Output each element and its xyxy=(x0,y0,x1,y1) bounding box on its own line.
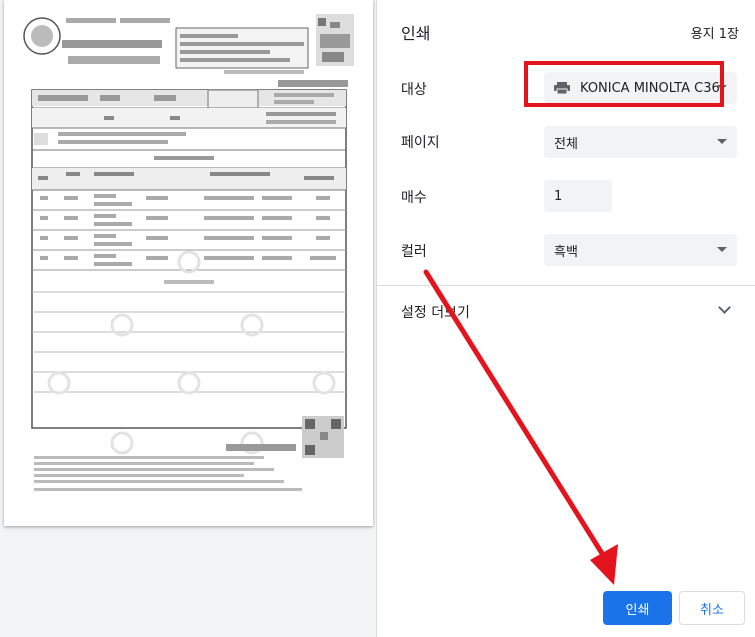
expand-chevron-icon[interactable] xyxy=(718,301,731,314)
print-preview-pane xyxy=(0,0,377,637)
color-select[interactable]: 흑백 xyxy=(544,234,737,266)
color-label: 컬러 xyxy=(401,244,427,260)
preview-page xyxy=(4,0,373,526)
chevron-down-icon xyxy=(717,139,727,144)
pages-select[interactable]: 전체 xyxy=(544,126,737,158)
section-divider xyxy=(377,285,755,286)
cancel-button[interactable]: 취소 xyxy=(679,591,745,625)
destination-highlight-box xyxy=(524,61,724,107)
more-settings-toggle[interactable]: 설정 더보기 xyxy=(401,302,470,322)
document-preview-image xyxy=(23,14,354,491)
copies-label: 매수 xyxy=(401,190,427,206)
print-button[interactable]: 인쇄 xyxy=(603,591,672,625)
pages-value: 전체 xyxy=(554,136,578,152)
copies-input[interactable]: 1 xyxy=(544,180,612,212)
sheet-count: 용지 1장 xyxy=(690,27,739,42)
pages-label: 페이지 xyxy=(401,135,440,151)
dialog-title: 인쇄 xyxy=(401,24,431,43)
color-value: 흑백 xyxy=(554,244,578,260)
chevron-down-icon xyxy=(717,247,727,252)
destination-label: 대상 xyxy=(401,82,427,98)
settings-panel: 인쇄 용지 1장 대상 KONICA MINOLTA C36 페이지 전체 매수… xyxy=(377,0,755,637)
